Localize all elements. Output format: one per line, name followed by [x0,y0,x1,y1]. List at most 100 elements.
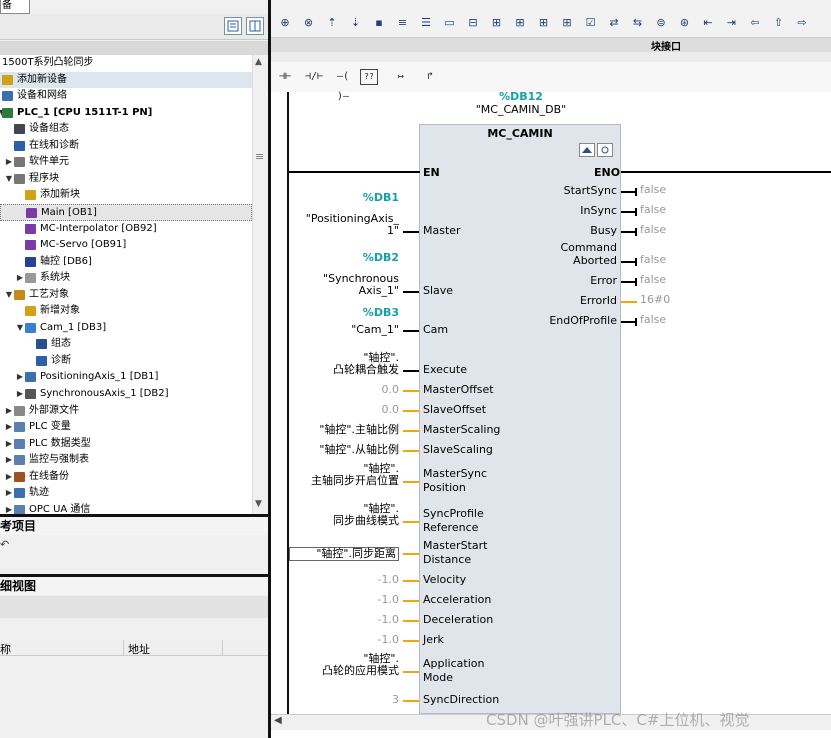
input-operand[interactable]: -1.0 [378,634,399,646]
tree-item[interactable]: ▶ PLC 数据类型 [0,436,252,453]
tree-item[interactable]: 轴控 [DB6] [0,254,252,271]
networks-on-icon[interactable]: ≡ [395,15,411,31]
expand-closed-icon[interactable]: ▶ [5,485,13,501]
input-operand[interactable]: "轴控". 凸轮的应用模式 [322,653,399,677]
expand-closed-icon[interactable]: ▶ [5,502,13,514]
output-value[interactable]: false [640,183,666,196]
fb-diagnostic-icon[interactable] [597,143,613,157]
expand-open-icon[interactable]: ▼ [5,171,13,187]
expand-closed-icon[interactable]: ▶ [16,369,24,385]
tree-item[interactable]: 添加新设备 [0,71,252,89]
tree-item[interactable]: 设备组态 [0,121,252,138]
coil-button[interactable]: –( )– [331,67,355,102]
output-value[interactable]: false [640,273,666,286]
monitor-icon[interactable]: ☑ [583,15,599,31]
tree-columns-icon[interactable] [246,17,264,35]
input-operand[interactable]: 0.0 [382,384,400,396]
tree-item[interactable]: ▶ 软件单元 [0,154,252,171]
tree-item[interactable]: 添加新块 [0,187,252,204]
tree-item[interactable]: ▶ OPC UA 通信 [0,502,252,514]
output-value[interactable]: 16#0 [640,293,670,306]
expand-closed-icon[interactable]: ▶ [16,270,24,286]
tree-item[interactable]: 设备和网络 [0,88,252,105]
expand-closed-icon[interactable]: ▶ [5,436,13,452]
input-operand[interactable]: "轴控".从轴比例 [319,444,399,456]
scroll-left-icon[interactable]: ◀ [274,715,282,726]
input-operand[interactable]: "轴控".主轴比例 [319,424,399,436]
scroll-grip-icon[interactable]: ≡ [255,150,264,163]
block-interface-label[interactable]: 块接口 [651,38,681,53]
expand-closed-icon[interactable]: ▶ [5,419,13,435]
expand-all-icon[interactable]: ⊞ [489,15,505,31]
delete-network-icon[interactable]: ⊗ [301,15,317,31]
tree-item[interactable]: 在线和诊断 [0,138,252,155]
open-reference-icon[interactable]: ↶ [0,538,9,551]
call-environment-icon[interactable]: ⊛ [677,15,693,31]
tree-item[interactable]: ▼PLC_1 [CPU 1511T-1 PN] [0,105,252,122]
jump-end-icon[interactable]: ⇨ [794,15,810,31]
tree-item[interactable]: 新增对象 [0,303,252,320]
next-icon[interactable]: ⇦ [747,15,763,31]
no-contact-button[interactable]: ⊣⊢ [273,67,297,87]
output-value[interactable]: false [640,313,666,326]
input-operand[interactable]: "轴控". 同步曲线模式 [333,503,399,527]
go-offline-icon[interactable]: ⇆ [630,15,646,31]
tree-item[interactable]: MC-Servo [OB91] [0,237,252,254]
output-value[interactable]: false [640,203,666,216]
interface-collapse-handle[interactable] [271,52,831,62]
tree-item[interactable]: ▶ 外部源文件 [0,403,252,420]
close-branch-button[interactable]: ↱ [418,67,442,87]
close-all-icon[interactable]: ⊞ [559,15,575,31]
favorites-icon[interactable]: ⊟ [465,15,481,31]
input-operand[interactable]: "Cam_1" [351,324,399,336]
input-operand[interactable]: -1.0 [378,594,399,606]
tree-item[interactable]: MC-Interpolator [OB92] [0,221,252,238]
input-operand[interactable]: "轴控". 主轴同步开启位置 [311,463,399,487]
open-branch-button[interactable]: ↦ [389,67,413,87]
expand-closed-icon[interactable]: ▶ [5,403,13,419]
compare-icon[interactable]: ⊜ [653,15,669,31]
tree-item[interactable]: ▶ 监控与强制表 [0,452,252,469]
input-operand[interactable]: "PositioningAxis_ 1" [306,213,399,237]
networks-off-icon[interactable]: ☰ [418,15,434,31]
block-interface-band[interactable]: 块接口 [271,38,831,53]
tree-item[interactable]: ▶ 在线备份 [0,469,252,486]
scroll-up-icon[interactable]: ▲ [255,57,262,67]
go-online-icon[interactable]: ⇄ [606,15,622,31]
input-operand[interactable]: 0.0 [382,404,400,416]
tree-item[interactable]: 组态 [0,336,252,353]
expand-closed-icon[interactable]: ▶ [16,386,24,402]
instance-db-name[interactable]: "MC_CAMIN_DB" [421,103,621,116]
column-name[interactable]: 称 [0,641,11,657]
project-tree-tab[interactable]: 备 [0,0,30,14]
scroll-down-icon[interactable]: ▼ [255,499,262,509]
tree-view-icon[interactable] [224,17,242,35]
column-address[interactable]: 地址 [128,641,150,657]
tree-item[interactable]: ▶ PLC 变量 [0,419,252,436]
expand-closed-icon[interactable]: ▶ [5,469,13,485]
input-operand[interactable]: -1.0 [378,614,399,626]
expand-open-icon[interactable]: ▼ [16,320,24,336]
input-operand[interactable]: 3 [392,694,399,706]
output-value[interactable]: false [640,223,666,236]
expand-open-icon[interactable]: ▼ [5,287,13,303]
append-row-icon[interactable]: ⇣ [348,15,364,31]
input-operand[interactable]: "轴控".同步距离 [289,547,399,561]
jump-start-icon[interactable]: ⇧ [771,15,787,31]
empty-box-button[interactable]: ?? [360,69,378,85]
open-all-icon[interactable]: ⊞ [536,15,552,31]
tree-item[interactable]: ▶ 系统块 [0,270,252,287]
insert-row-icon[interactable]: ⇡ [324,15,340,31]
tree-item[interactable]: 1500T系列凸轮同步 [0,55,252,72]
tree-vertical-scrollbar[interactable]: ▲ ≡ ▼ [252,55,268,514]
tree-item[interactable]: ▼ 工艺对象 [0,287,252,304]
tree-item[interactable]: ▶ PositioningAxis_1 [DB1] [0,369,252,386]
step-icon[interactable]: ⇤ [700,15,716,31]
tree-item[interactable]: ▼ Cam_1 [DB3] [0,320,252,337]
insert-network-icon[interactable]: ⊕ [277,15,293,31]
absolute-operands-icon[interactable]: ▪ [371,15,387,31]
input-operand[interactable]: -1.0 [378,574,399,586]
input-operand[interactable]: "Synchronous Axis_1" [323,273,399,297]
fb-open-icon[interactable] [579,143,595,157]
nc-contact-button[interactable]: ⊣/⊢ [302,67,326,87]
